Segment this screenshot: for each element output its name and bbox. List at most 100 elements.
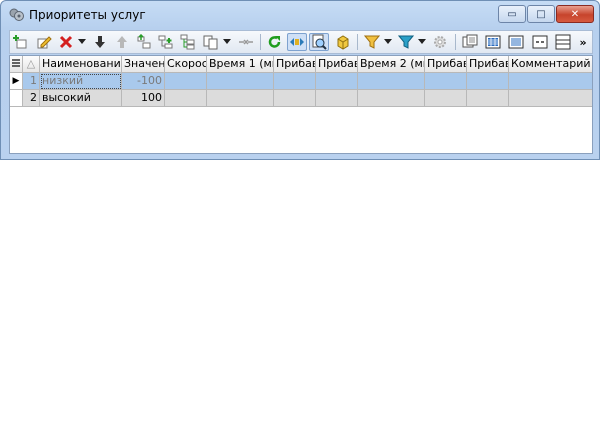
cell-time2[interactable] bbox=[358, 73, 425, 90]
close-icon: ✕ bbox=[570, 8, 580, 20]
chevron-down-icon bbox=[223, 39, 231, 44]
columns-icon bbox=[290, 38, 304, 46]
cell-speed[interactable] bbox=[165, 90, 207, 107]
arrow-down-icon bbox=[95, 36, 105, 48]
cell-add1[interactable] bbox=[274, 90, 316, 107]
filter-button[interactable] bbox=[362, 33, 382, 51]
settings-button[interactable] bbox=[430, 33, 450, 51]
row-indicator bbox=[10, 90, 23, 107]
export-icon bbox=[337, 35, 349, 50]
cell-name[interactable]: низкий bbox=[40, 73, 122, 90]
cell-comment[interactable] bbox=[509, 90, 592, 107]
column-header-time1[interactable]: Время 1 (мин bbox=[207, 56, 274, 73]
window-icon bbox=[462, 34, 478, 48]
column-header-add2[interactable]: Прибавка bbox=[316, 56, 358, 73]
tree-add-icon bbox=[158, 35, 173, 49]
toolbar-separator bbox=[357, 34, 358, 50]
tree-icon bbox=[180, 34, 195, 50]
layout-icon bbox=[555, 34, 571, 50]
table-row[interactable]: ▶ 1 низкий -100 bbox=[10, 73, 592, 90]
filter-set-icon bbox=[398, 35, 414, 49]
copy-button[interactable] bbox=[201, 33, 221, 51]
edit-button[interactable] bbox=[34, 33, 54, 51]
column-chooser-icon[interactable] bbox=[10, 56, 23, 73]
toolbar-overflow-button[interactable]: » bbox=[576, 33, 590, 51]
column-header-add1[interactable]: Прибавка bbox=[274, 56, 316, 73]
header-row: △ Наименование Значение Скорость Время 1… bbox=[10, 56, 592, 73]
chevron-down-icon bbox=[78, 39, 86, 44]
tree-add-button[interactable] bbox=[156, 33, 176, 51]
filter-set-button[interactable] bbox=[396, 33, 416, 51]
split-button[interactable] bbox=[506, 33, 526, 51]
move-down-button[interactable] bbox=[90, 33, 110, 51]
edit-icon bbox=[37, 36, 52, 49]
column-header-time2[interactable]: Время 2 (мин bbox=[358, 56, 425, 73]
export-button[interactable] bbox=[333, 33, 353, 51]
add-icon bbox=[13, 35, 27, 49]
title-bar[interactable]: Приоритеты услуг ▭ □ ✕ bbox=[1, 1, 599, 29]
column-header-name[interactable]: Наименование bbox=[40, 56, 122, 73]
find-icon bbox=[312, 34, 327, 50]
column-header-speed[interactable]: Скорость bbox=[165, 56, 207, 73]
delete-dropdown[interactable] bbox=[77, 33, 87, 51]
row-indicator-icon: ▶ bbox=[10, 73, 23, 90]
cell-time1[interactable] bbox=[207, 73, 274, 90]
minimize-icon: ▭ bbox=[507, 8, 517, 20]
settings-icon bbox=[434, 36, 446, 48]
column-header-value[interactable]: Значение bbox=[122, 56, 165, 73]
move-up-button[interactable] bbox=[112, 33, 132, 51]
cell-time2[interactable] bbox=[358, 90, 425, 107]
tree-button[interactable] bbox=[178, 33, 198, 51]
cell-add2[interactable] bbox=[316, 90, 358, 107]
panel-icon bbox=[532, 35, 548, 49]
cell-time1[interactable] bbox=[207, 90, 274, 107]
copy-icon bbox=[203, 35, 218, 50]
row-index: 1 bbox=[23, 73, 40, 90]
delete-button[interactable] bbox=[56, 33, 76, 51]
filter-set-dropdown[interactable] bbox=[417, 33, 427, 51]
row-index: 2 bbox=[23, 90, 40, 107]
filter-dropdown[interactable] bbox=[383, 33, 393, 51]
cell-name[interactable]: высокий bbox=[40, 90, 122, 107]
cell-add3[interactable] bbox=[425, 90, 467, 107]
cell-add4[interactable] bbox=[467, 90, 509, 107]
cell-value[interactable]: 100 bbox=[122, 90, 165, 107]
chevron-down-icon bbox=[384, 39, 392, 44]
cell-add1[interactable] bbox=[274, 73, 316, 90]
window-title: Приоритеты услуг bbox=[29, 8, 146, 22]
table-row[interactable]: 2 высокий 100 bbox=[10, 90, 592, 107]
grid-button[interactable] bbox=[483, 33, 503, 51]
maximize-button[interactable]: □ bbox=[527, 5, 555, 23]
copy-dropdown[interactable] bbox=[222, 33, 232, 51]
data-grid: △ Наименование Значение Скорость Время 1… bbox=[9, 55, 593, 154]
grid-icon bbox=[485, 35, 501, 49]
find-button[interactable] bbox=[309, 33, 329, 51]
sort-column-header[interactable]: △ bbox=[23, 56, 40, 73]
tree-up-icon bbox=[137, 34, 151, 49]
layout-button[interactable] bbox=[553, 33, 573, 51]
columns-button[interactable] bbox=[287, 33, 307, 51]
cell-add4[interactable] bbox=[467, 73, 509, 90]
add-button[interactable] bbox=[11, 33, 31, 51]
column-header-add4[interactable]: Прибавка bbox=[467, 56, 509, 73]
refresh-button[interactable] bbox=[265, 33, 285, 51]
cell-add2[interactable] bbox=[316, 73, 358, 90]
refresh-icon bbox=[268, 36, 281, 48]
link-button[interactable] bbox=[236, 33, 256, 51]
chevron-down-icon bbox=[418, 39, 426, 44]
toolbar-separator bbox=[455, 34, 456, 50]
column-header-comment[interactable]: Комментарий bbox=[509, 56, 592, 73]
close-button[interactable]: ✕ bbox=[556, 5, 594, 23]
window-button[interactable] bbox=[460, 33, 480, 51]
column-header-add3[interactable]: Прибавка bbox=[425, 56, 467, 73]
minimize-button[interactable]: ▭ bbox=[498, 5, 526, 23]
cell-value[interactable]: -100 bbox=[122, 73, 165, 90]
app-icon bbox=[9, 8, 24, 21]
cell-speed[interactable] bbox=[165, 73, 207, 90]
tree-up-button[interactable] bbox=[134, 33, 154, 51]
delete-icon bbox=[59, 35, 73, 49]
cell-comment[interactable] bbox=[509, 73, 592, 90]
cell-add3[interactable] bbox=[425, 73, 467, 90]
panel-button[interactable] bbox=[530, 33, 550, 51]
split-icon bbox=[508, 35, 524, 49]
